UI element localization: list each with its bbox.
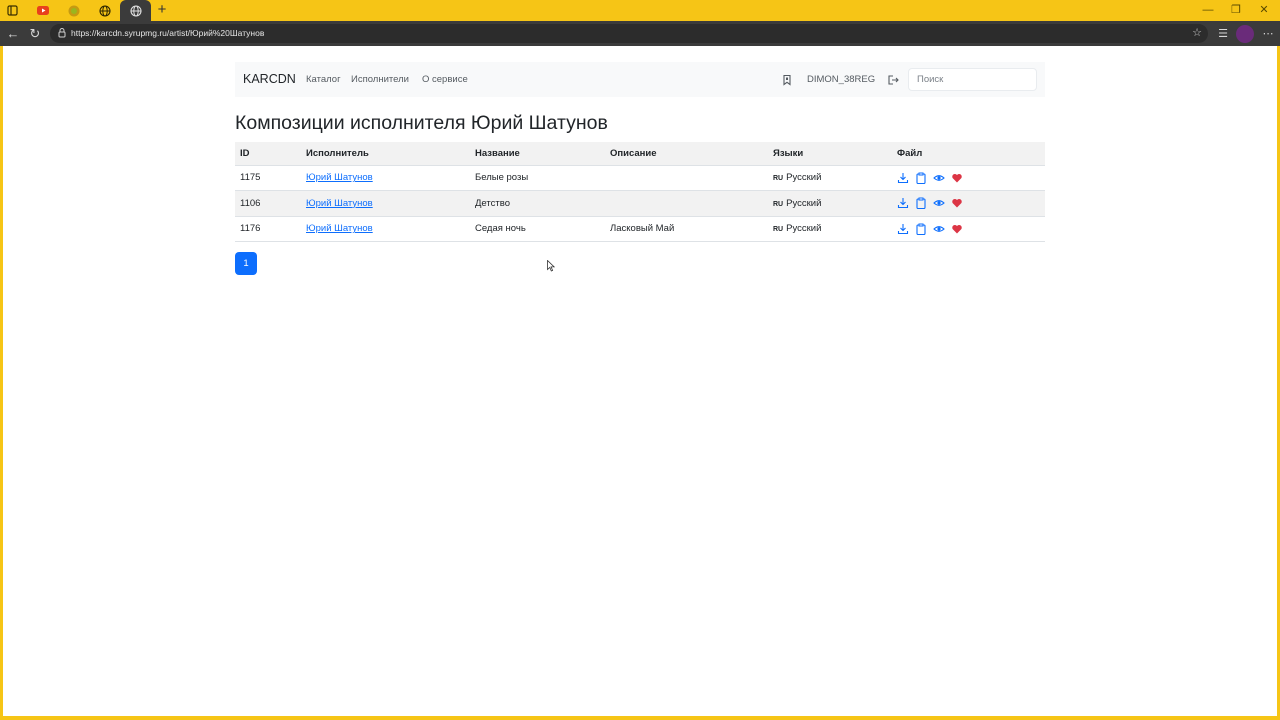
artist-link[interactable]: Юрий Шатунов	[306, 223, 373, 234]
download-icon[interactable]	[897, 197, 909, 209]
tab-actions-icon	[6, 5, 18, 16]
tab-active[interactable]	[120, 0, 151, 21]
cell-title: Седая ночь	[470, 216, 605, 242]
logout-icon[interactable]	[887, 74, 900, 86]
cell-description	[605, 165, 768, 191]
artist-link[interactable]: Юрий Шатунов	[306, 172, 373, 183]
nav-link-about[interactable]: О сервисе	[422, 62, 468, 97]
eye-icon[interactable]	[933, 197, 945, 209]
maximize-button[interactable]: ❐	[1222, 0, 1250, 21]
tab-android[interactable]	[60, 0, 88, 21]
cell-title: Белые розы	[470, 165, 605, 191]
globe-icon	[99, 4, 111, 17]
cell-artist: Юрий Шатунов	[301, 190, 470, 217]
artist-link[interactable]: Юрий Шатунов	[306, 198, 373, 209]
cell-file-actions	[892, 190, 1045, 217]
cell-description	[605, 190, 768, 217]
language-code: RU	[773, 200, 784, 208]
cell-artist: Юрий Шатунов	[301, 165, 470, 191]
back-button[interactable]: ←	[2, 23, 24, 44]
column-header-id[interactable]: ID	[235, 142, 301, 166]
cell-description: Ласковый Май	[605, 216, 768, 242]
more-menu-icon[interactable]: ⋯	[1259, 25, 1277, 43]
download-icon[interactable]	[897, 223, 909, 235]
column-header-title[interactable]: Название	[470, 142, 605, 166]
page-title: Композиции исполнителя Юрий Шатунов	[235, 112, 608, 134]
eye-icon[interactable]	[933, 172, 945, 184]
mouse-cursor-icon	[547, 260, 555, 272]
pagination-page-button[interactable]: 1	[235, 252, 257, 275]
cell-language: RU Русский	[768, 216, 892, 242]
heart-icon[interactable]	[951, 172, 963, 184]
username-link[interactable]: DIMON_38REG	[807, 62, 875, 97]
column-header-file[interactable]: Файл	[892, 142, 1045, 166]
brand-logo[interactable]: KARCDN	[243, 62, 296, 97]
table-header-row: ID Исполнитель Название Описание Языки Ф…	[235, 142, 1045, 166]
address-bar[interactable]: https://karcdn.syrupmg.ru/artist/Юрий%20…	[50, 24, 1208, 43]
column-header-languages[interactable]: Языки	[768, 142, 892, 166]
clipboard-icon[interactable]	[915, 223, 927, 235]
cell-title: Детство	[470, 190, 605, 217]
heart-icon[interactable]	[951, 197, 963, 209]
language-name: Русский	[786, 172, 822, 184]
table-row: 1175 Юрий Шатунов Белые розы RU Русский	[235, 165, 1045, 191]
table-row: 1176 Юрий Шатунов Седая ночь Ласковый Ма…	[235, 216, 1045, 242]
nav-link-artists[interactable]: Исполнители	[351, 62, 409, 97]
songs-table: ID Исполнитель Название Описание Языки Ф…	[235, 142, 1045, 242]
language-name: Русский	[786, 223, 822, 235]
browser-toolbar: ← ↻ https://karcdn.syrupmg.ru/artist/Юри…	[0, 21, 1280, 46]
favorites-icon[interactable]: ☰	[1214, 25, 1232, 43]
table-row: 1106 Юрий Шатунов Детство RU Русский	[235, 190, 1045, 217]
search-input[interactable]	[908, 68, 1037, 91]
cell-language: RU Русский	[768, 165, 892, 191]
cell-artist: Юрий Шатунов	[301, 216, 470, 242]
bookmark-star-icon[interactable]: ☆	[1192, 24, 1202, 43]
reload-button[interactable]: ↻	[24, 23, 46, 44]
globe-icon	[129, 4, 142, 17]
cell-id: 1175	[235, 165, 301, 191]
minimize-button[interactable]: —	[1194, 0, 1222, 21]
site-navbar: KARCDN Каталог Исполнители О сервисе DIM…	[235, 62, 1045, 97]
site-info-icon[interactable]	[56, 27, 68, 39]
tab-youtube[interactable]	[30, 0, 56, 21]
tab-actions-button[interactable]	[0, 0, 24, 21]
new-tab-button[interactable]: +	[153, 0, 171, 21]
eye-icon[interactable]	[933, 223, 945, 235]
close-window-button[interactable]: ✕	[1250, 0, 1278, 21]
browser-tab-strip: + — ❐ ✕	[0, 0, 1280, 21]
heart-icon[interactable]	[951, 223, 963, 235]
profile-avatar[interactable]	[1236, 25, 1254, 43]
cell-id: 1176	[235, 216, 301, 242]
address-url[interactable]: https://karcdn.syrupmg.ru/artist/Юрий%20…	[71, 24, 264, 43]
page-viewport: KARCDN Каталог Исполнители О сервисе DIM…	[3, 46, 1277, 716]
cell-language: RU Русский	[768, 190, 892, 217]
download-icon[interactable]	[897, 172, 909, 184]
language-code: RU	[773, 226, 784, 234]
language-code: RU	[773, 175, 784, 183]
tab-globe[interactable]	[91, 0, 119, 21]
language-name: Русский	[786, 197, 822, 209]
cell-file-actions	[892, 165, 1045, 191]
clipboard-icon[interactable]	[915, 197, 927, 210]
youtube-icon	[37, 6, 49, 15]
cell-file-actions	[892, 216, 1045, 242]
clipboard-icon[interactable]	[915, 172, 927, 184]
cell-id: 1106	[235, 190, 301, 217]
android-icon	[68, 5, 80, 16]
nav-link-catalog[interactable]: Каталог	[306, 62, 341, 97]
column-header-description[interactable]: Описание	[605, 142, 768, 166]
column-header-artist[interactable]: Исполнитель	[301, 142, 470, 166]
bookmark-icon[interactable]	[781, 74, 793, 86]
